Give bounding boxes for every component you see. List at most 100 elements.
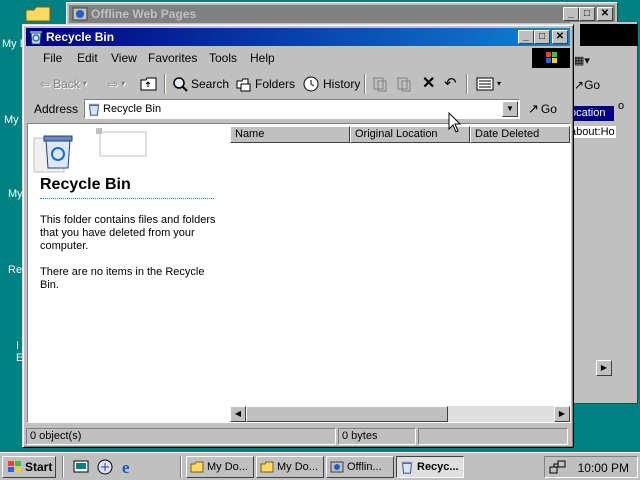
desktop-label[interactable]: My	[8, 188, 23, 200]
status-object-count: 0 object(s)	[26, 428, 336, 445]
menu-favorites[interactable]: Favorites	[148, 51, 197, 65]
minimize-button[interactable]: _	[518, 30, 534, 44]
go-arrow-icon: ↗	[528, 101, 539, 116]
back-window-titlebar[interactable]: Offline Web Pages _ □ ✕	[69, 5, 615, 23]
folder-icon	[25, 6, 51, 22]
close-button[interactable]: ✕	[597, 7, 613, 21]
recycle-bin-icon	[30, 31, 42, 45]
move-to-button[interactable]	[372, 75, 388, 93]
menu-bar: File Edit View Favorites Tools Help	[26, 48, 570, 68]
delete-x-icon: ✕	[422, 75, 436, 92]
channel-icon[interactable]	[96, 458, 114, 476]
scroll-right-button[interactable]: ▶	[596, 360, 612, 376]
close-button[interactable]: ✕	[552, 30, 568, 44]
svg-text:e: e	[122, 458, 130, 476]
link-text[interactable]: about:Ho	[570, 126, 616, 138]
recycle-bin-window[interactable]: Recycle Bin _ □ ✕ File Edit View Favorit…	[22, 24, 574, 448]
column-date-deleted[interactable]: Date Deleted	[470, 126, 570, 143]
horizontal-scrollbar[interactable]: ◀ ▶	[230, 406, 570, 422]
go-button[interactable]: ↗ Go	[528, 101, 557, 117]
task-my-documents-2[interactable]: My Do...	[256, 456, 324, 478]
forward-arrow-icon: ⇨	[108, 77, 119, 91]
address-edge: o	[618, 100, 625, 112]
maximize-button[interactable]: □	[579, 7, 595, 21]
scroll-right-button[interactable]: ▶	[554, 406, 570, 422]
toolbar-separator	[164, 74, 166, 94]
chevron-down-icon: ▾	[121, 79, 126, 88]
folders-icon	[236, 78, 251, 92]
network-icon[interactable]	[549, 459, 567, 475]
folders-button[interactable]: Folders	[236, 75, 295, 93]
menu-help[interactable]: Help	[250, 51, 275, 65]
toolbar-separator	[466, 74, 468, 94]
explorer-icon	[330, 461, 344, 473]
column-name[interactable]: Name	[230, 126, 350, 143]
toolbar-separator	[364, 74, 366, 94]
address-label: Address	[34, 102, 79, 116]
web-view-pane: Recycle Bin This folder contains files a…	[28, 124, 228, 422]
recycle-bin-icon	[401, 461, 413, 474]
go-button[interactable]: ↗Go	[574, 78, 600, 92]
search-button[interactable]: Search	[172, 75, 229, 93]
status-bar: 0 object(s) 0 bytes	[26, 427, 570, 445]
desktop-label[interactable]: My	[4, 114, 19, 126]
undo-icon: ↶	[444, 75, 457, 92]
menu-view[interactable]: View	[111, 51, 137, 65]
pane-divider	[40, 198, 214, 199]
folder-icon	[260, 461, 274, 473]
scroll-thumb[interactable]	[246, 406, 448, 422]
pane-empty-note: There are no items in the Recycle Bin.	[40, 266, 205, 291]
desktop-label[interactable]: Re	[8, 264, 22, 276]
taskbar-divider	[62, 456, 64, 478]
view-button[interactable]: ▦▾	[574, 54, 590, 67]
window-titlebar[interactable]: Recycle Bin _ □ ✕	[26, 28, 570, 46]
start-button[interactable]: Start	[2, 456, 56, 478]
forward-button[interactable]: ⇨ ▾	[108, 75, 125, 93]
list-column-header: Name Original Location Date Deleted	[230, 126, 570, 143]
chevron-down-icon: ▾	[497, 79, 502, 88]
copy-to-button[interactable]	[396, 75, 412, 93]
task-recycle-bin[interactable]: Recyc...	[396, 456, 464, 478]
recycle-bin-icon	[88, 103, 100, 116]
explorer-icon	[72, 7, 88, 21]
task-my-documents[interactable]: My Do...	[186, 456, 254, 478]
desktop-label[interactable]: I	[16, 340, 19, 352]
history-icon	[303, 76, 319, 92]
history-button[interactable]: History	[302, 75, 360, 93]
pane-title: Recycle Bin	[40, 176, 131, 193]
menu-file[interactable]: File	[43, 51, 62, 65]
window-title: Recycle Bin	[46, 30, 115, 44]
folder-icon	[190, 461, 204, 473]
move-to-icon	[373, 77, 387, 92]
up-folder-button[interactable]	[140, 75, 158, 93]
recycle-bin-banner-icon	[33, 128, 147, 173]
views-button[interactable]: ▾	[476, 75, 501, 93]
system-tray: 10:00 PM	[544, 456, 638, 478]
menu-tools[interactable]: Tools	[209, 51, 237, 65]
desktop-icon-my-documents[interactable]	[24, 4, 52, 22]
address-dropdown-button[interactable]: ▼	[502, 101, 518, 117]
up-folder-icon	[140, 77, 157, 91]
delete-button[interactable]: ✕	[422, 75, 435, 93]
address-bar: Address Recycle Bin ▼ ↗ Go	[26, 97, 570, 121]
chevron-down-icon: ▾	[82, 79, 87, 88]
maximize-button[interactable]: □	[534, 30, 550, 44]
search-icon	[173, 77, 188, 92]
task-offline-web-pages[interactable]: Offlin...	[326, 456, 394, 478]
scroll-left-button[interactable]: ◀	[230, 406, 246, 422]
folder-content: Recycle Bin This folder contains files a…	[27, 123, 571, 423]
clock[interactable]: 10:00 PM	[578, 461, 629, 475]
throbber	[580, 24, 638, 46]
internet-explorer-icon[interactable]: e	[120, 458, 138, 476]
windows-logo-icon	[8, 461, 21, 472]
menu-edit[interactable]: Edit	[77, 51, 98, 65]
copy-to-icon	[397, 77, 411, 92]
back-button[interactable]: ⇦ Back ▾	[40, 75, 87, 93]
address-value: Recycle Bin	[103, 103, 162, 115]
show-desktop-icon[interactable]	[72, 458, 90, 476]
back-window-title: Offline Web Pages	[91, 7, 197, 21]
background-window-right[interactable]: ▦▾ ↗Go ocation o about:Ho ▶	[570, 22, 638, 404]
undo-button[interactable]: ↶	[444, 75, 457, 93]
taskbar: Start e My Do... My Do... Offlin... Recy…	[0, 452, 640, 480]
minimize-button[interactable]: _	[563, 7, 579, 21]
